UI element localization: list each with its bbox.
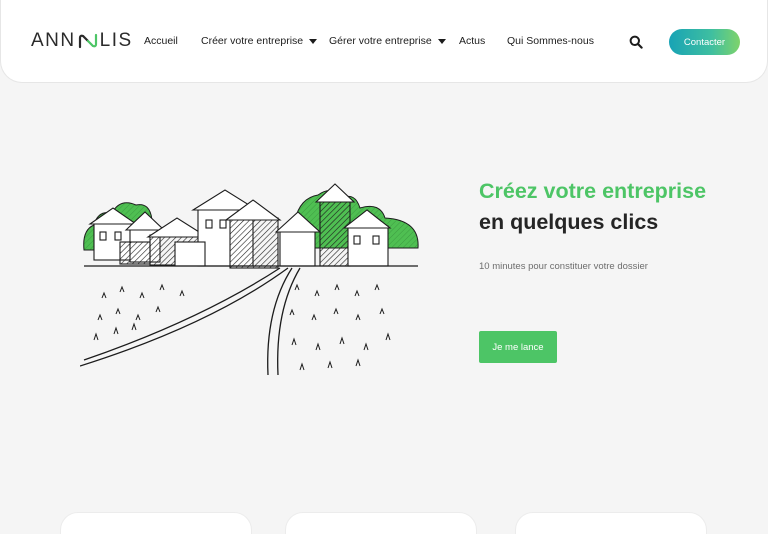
feature-card[interactable] xyxy=(515,512,707,534)
nav-label: Créer votre entreprise xyxy=(201,35,304,47)
logo-text-right: LIS xyxy=(99,30,133,51)
hero-title-line2: en quelques clics xyxy=(479,210,659,234)
nav-label: Accueil xyxy=(144,35,178,47)
contact-button[interactable]: Contacter xyxy=(669,29,740,55)
nav-item-actus[interactable]: Actus xyxy=(459,35,485,47)
village-illustration xyxy=(80,183,419,376)
hero-title: Créez votre entreprise en quelques clics xyxy=(479,176,759,238)
start-button[interactable]: Je me lance xyxy=(479,331,557,363)
nav-item-qui-sommes-nous[interactable]: Qui Sommes-nous xyxy=(507,35,594,47)
search-icon[interactable] xyxy=(629,35,643,49)
logo-text-left: ANN xyxy=(31,30,76,51)
hero-subtitle: 10 minutes pour constituer votre dossier xyxy=(479,261,648,272)
hero-title-line1: Créez votre entreprise xyxy=(479,179,707,203)
logo[interactable]: ANN LIS xyxy=(31,30,133,52)
nav-item-creer[interactable]: Créer votre entreprise xyxy=(201,35,318,47)
feature-card[interactable] xyxy=(285,512,477,534)
nav-label: Gérer votre entreprise xyxy=(329,35,432,47)
nav-item-accueil[interactable]: Accueil xyxy=(144,35,178,47)
chevron-down-icon xyxy=(309,38,318,44)
nav-item-gerer[interactable]: Gérer votre entreprise xyxy=(329,35,446,47)
feature-card[interactable] xyxy=(60,512,252,534)
site-header: ANN LIS Accueil Créer votre entreprise G… xyxy=(0,0,768,83)
chevron-down-icon xyxy=(437,38,446,44)
nav-label: Qui Sommes-nous xyxy=(507,35,594,47)
nav-label: Actus xyxy=(459,35,486,47)
logo-mark-icon xyxy=(78,33,97,49)
